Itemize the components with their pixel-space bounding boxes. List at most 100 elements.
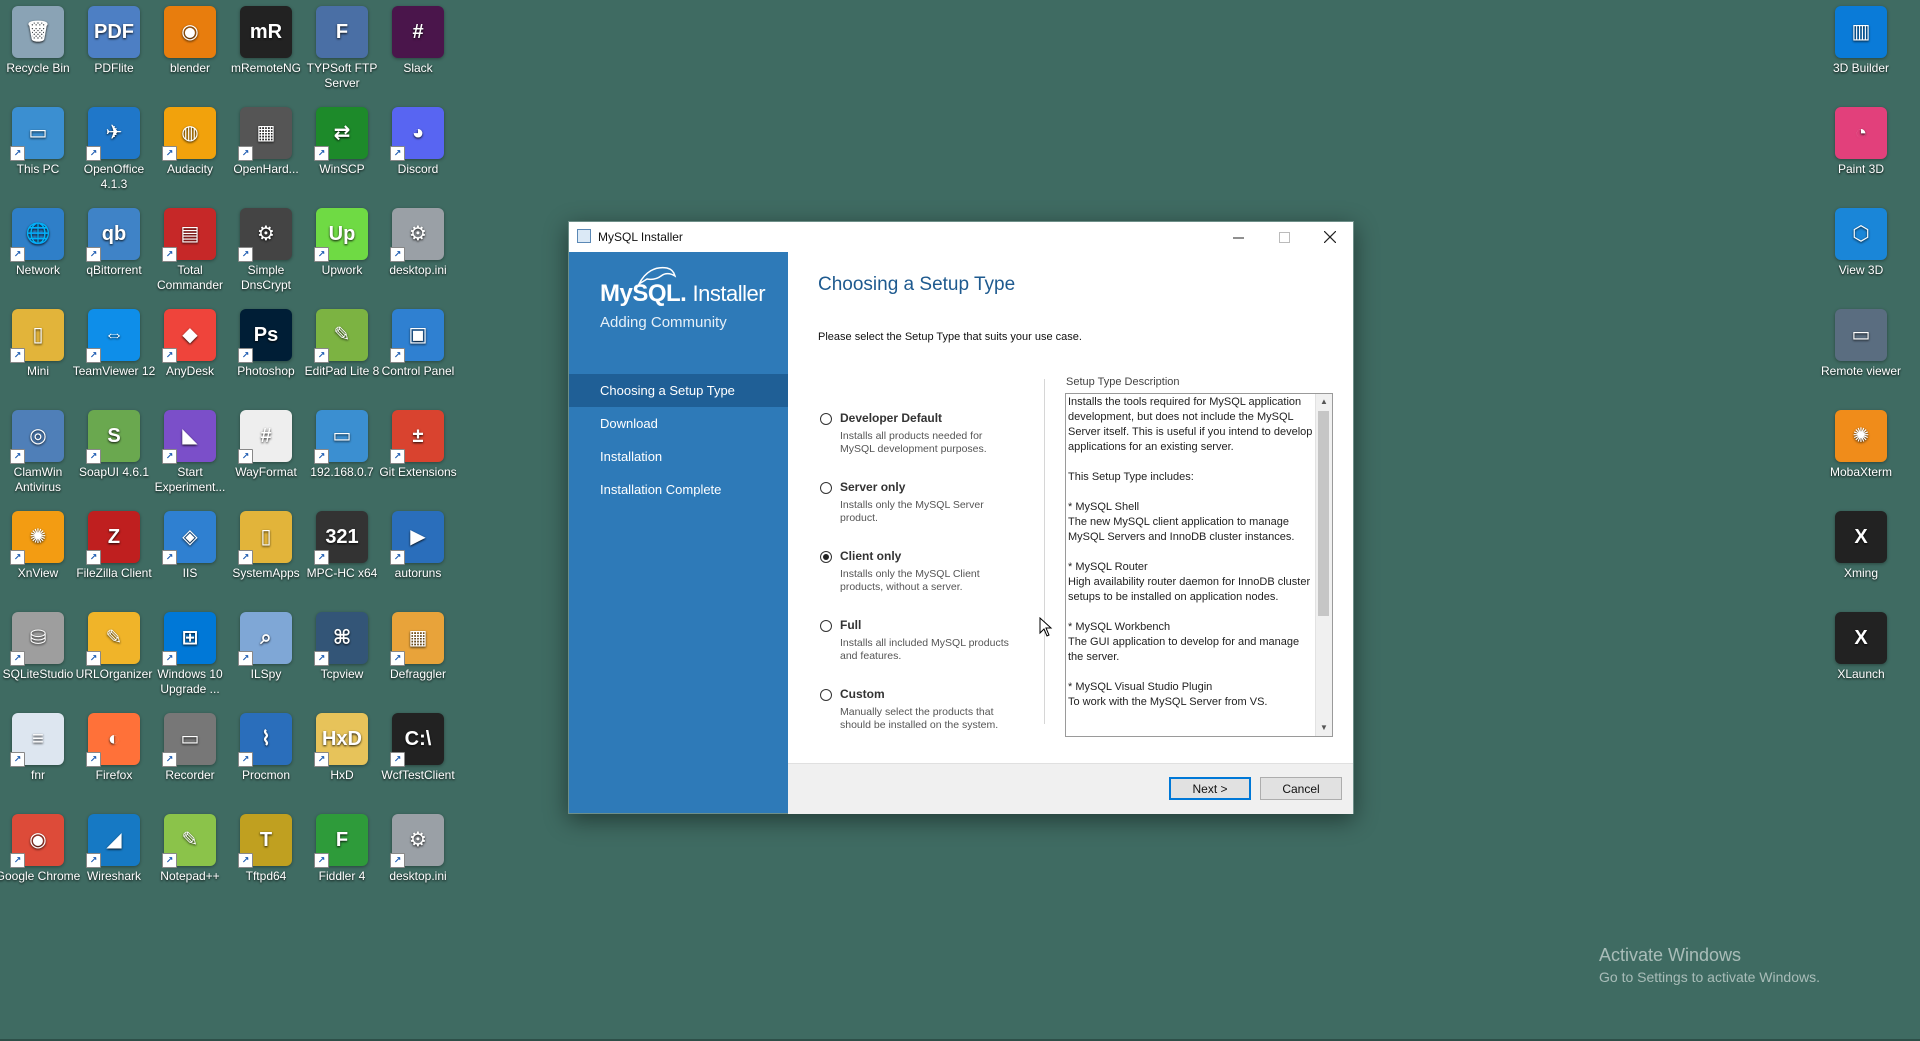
mouse-cursor-icon (1039, 617, 1053, 637)
shortcut-arrow-icon: ↗ (86, 247, 101, 262)
step-choosing-setup-type: Choosing a Setup Type (569, 374, 788, 407)
radio-client-only[interactable] (820, 551, 832, 563)
desktop-icon-view-3d[interactable]: ⬡ View 3D (1816, 204, 1906, 278)
radio-developer-default[interactable] (820, 413, 832, 425)
app-icon: ▤ ↗ (162, 208, 216, 262)
app-icon: ▦ ↗ (238, 107, 292, 161)
shortcut-arrow-icon: ↗ (314, 651, 329, 666)
desktop-icon-label: Paint 3D (1837, 162, 1885, 176)
minimize-button[interactable] (1215, 222, 1261, 252)
desktop-icon-wcftestclient[interactable]: C:\ ↗ WcfTestClient (373, 709, 463, 783)
app-icon: C:\ ↗ (390, 713, 444, 767)
app-icon: 🗑 (12, 6, 64, 58)
radio-custom[interactable] (820, 689, 832, 701)
app-icon: ⇄ ↗ (314, 107, 368, 161)
option-name: Developer Default (840, 411, 943, 425)
close-button[interactable] (1307, 222, 1353, 252)
option-name: Full (840, 618, 862, 632)
desktop-icon-label: View 3D (1838, 263, 1884, 277)
app-icon: ▭ ↗ (162, 713, 216, 767)
next-button[interactable]: Next > (1169, 777, 1251, 800)
app-icon: ✎ ↗ (162, 814, 216, 868)
description-label: Setup Type Description (1066, 376, 1180, 388)
close-icon (1324, 231, 1336, 243)
shortcut-arrow-icon: ↗ (86, 449, 101, 464)
app-icon: ▥ (1835, 6, 1887, 58)
shortcut-arrow-icon: ↗ (390, 348, 405, 363)
maximize-button[interactable] (1261, 222, 1307, 252)
app-icon: ◣ ↗ (162, 410, 216, 464)
installer-subtitle: Adding Community (600, 314, 727, 331)
desktop-icon-mobaxterm[interactable]: ✺ MobaXterm (1816, 406, 1906, 480)
app-icon: ◔ (1835, 107, 1887, 159)
desktop-icon-discord[interactable]: ◕ ↗ Discord (373, 103, 463, 177)
app-icon: ◈ ↗ (162, 511, 216, 565)
setup-type-description-box[interactable]: Installs the tools required for MySQL ap… (1065, 393, 1333, 737)
desktop-icon-desktop-ini[interactable]: ⚙ ↗ desktop.ini (373, 204, 463, 278)
description-scrollbar[interactable]: ▲ ▼ (1315, 394, 1332, 736)
app-icon: ⌕ ↗ (238, 612, 292, 666)
desktop-icon-label: 3D Builder (1832, 61, 1890, 75)
shortcut-arrow-icon: ↗ (314, 247, 329, 262)
radio-full[interactable] (820, 620, 832, 632)
option-description: Installs only the MySQL Client products,… (840, 568, 980, 593)
radio-server-only[interactable] (820, 482, 832, 494)
desktop-icon-git-extensions[interactable]: ± ↗ Git Extensions (373, 406, 463, 480)
installer-content: Choosing a Setup Type Please select the … (788, 252, 1353, 763)
shortcut-arrow-icon: ↗ (390, 550, 405, 565)
desktop-icon-label: desktop.ini (389, 263, 447, 277)
title-bar[interactable]: MySQL Installer (569, 222, 1353, 252)
minimize-icon (1232, 237, 1244, 238)
mysql-installer-window: MySQL Installer MySQL. Installer Adding … (568, 221, 1354, 814)
shortcut-arrow-icon: ↗ (238, 449, 253, 464)
app-icon: ▯ ↗ (238, 511, 292, 565)
app-icon: ▣ ↗ (390, 309, 444, 363)
logo-product: Installer (692, 281, 766, 306)
desktop-icon-xming[interactable]: X Xming (1816, 507, 1906, 581)
shortcut-arrow-icon: ↗ (162, 550, 177, 565)
desktop-icon-desktop-ini[interactable]: ⚙ ↗ desktop.ini (373, 810, 463, 884)
shortcut-arrow-icon: ↗ (314, 550, 329, 565)
desktop-icon-autoruns[interactable]: ▶ ↗ autoruns (373, 507, 463, 581)
shortcut-arrow-icon: ↗ (162, 348, 177, 363)
desktop-icon-control-panel[interactable]: ▣ ↗ Control Panel (373, 305, 463, 379)
mysql-app-icon (577, 229, 591, 243)
shortcut-arrow-icon: ↗ (10, 449, 25, 464)
scroll-thumb[interactable] (1318, 411, 1329, 616)
app-icon: ⌇ ↗ (238, 713, 292, 767)
app-icon: F (316, 6, 368, 58)
desktop-icon-remote-viewer[interactable]: ▭ Remote viewer (1816, 305, 1906, 379)
scroll-down-icon[interactable]: ▼ (1316, 720, 1332, 736)
scroll-up-icon[interactable]: ▲ (1316, 394, 1332, 410)
shortcut-arrow-icon: ↗ (314, 853, 329, 868)
app-icon: ⊞ ↗ (162, 612, 216, 666)
desktop-icon-paint-3d[interactable]: ◔ Paint 3D (1816, 103, 1906, 177)
app-icon: ▶ ↗ (390, 511, 444, 565)
shortcut-arrow-icon: ↗ (86, 752, 101, 767)
option-name: Client only (840, 549, 902, 563)
app-icon: ⛁ ↗ (10, 612, 64, 666)
desktop-icon-label: Remote viewer (1820, 364, 1902, 378)
app-icon: ✺ ↗ (10, 511, 64, 565)
app-icon: ◉ (164, 6, 216, 58)
app-icon: 🌐 ↗ (10, 208, 64, 262)
setup-type-description-text: Installs the tools required for MySQL ap… (1068, 396, 1313, 708)
shortcut-arrow-icon: ↗ (390, 853, 405, 868)
shortcut-arrow-icon: ↗ (314, 752, 329, 767)
desktop-icon-defraggler[interactable]: ▦ ↗ Defraggler (373, 608, 463, 682)
shortcut-arrow-icon: ↗ (390, 449, 405, 464)
shortcut-arrow-icon: ↗ (86, 853, 101, 868)
option-description: Installs all products needed for MySQL d… (840, 430, 987, 455)
desktop-icon-xlaunch[interactable]: X XLaunch (1816, 608, 1906, 682)
cancel-button[interactable]: Cancel (1260, 777, 1342, 800)
installer-sidebar: MySQL. Installer Adding Community Choosi… (569, 252, 788, 813)
shortcut-arrow-icon: ↗ (10, 752, 25, 767)
desktop-icon-label: autoruns (394, 566, 442, 580)
desktop-icon-3d-builder[interactable]: ▥ 3D Builder (1816, 2, 1906, 76)
option-description: Installs only the MySQL Server product. (840, 499, 984, 524)
shortcut-arrow-icon: ↗ (162, 752, 177, 767)
app-icon: ◉ ↗ (10, 814, 64, 868)
desktop-icon-slack[interactable]: # Slack (373, 2, 463, 76)
app-icon: ◍ ↗ (162, 107, 216, 161)
app-icon: qb ↗ (86, 208, 140, 262)
